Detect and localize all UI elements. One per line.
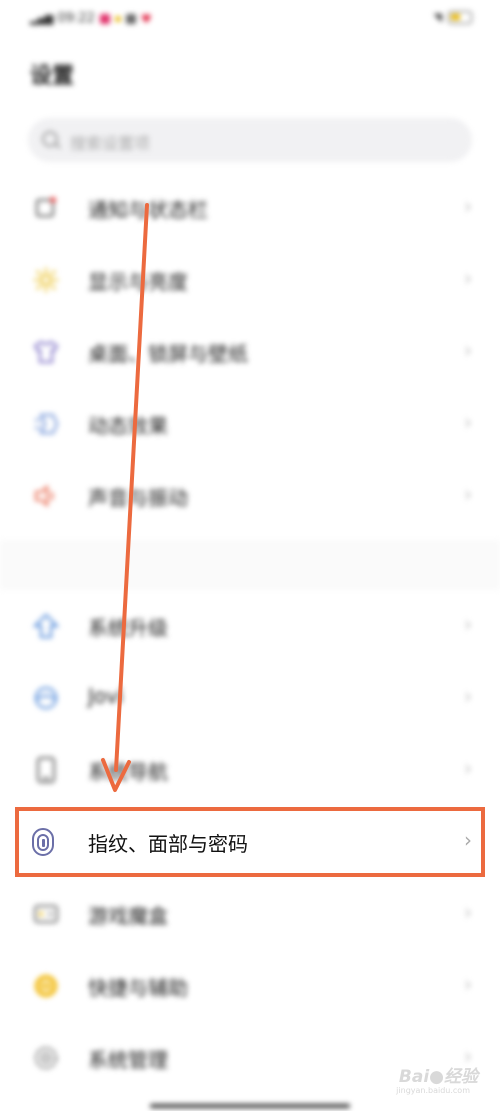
- annotation-arrow: [101, 203, 149, 792]
- watermark-url: jingyan.baidu.com: [396, 1086, 470, 1095]
- watermark-brand: Bai●经验: [398, 1067, 478, 1087]
